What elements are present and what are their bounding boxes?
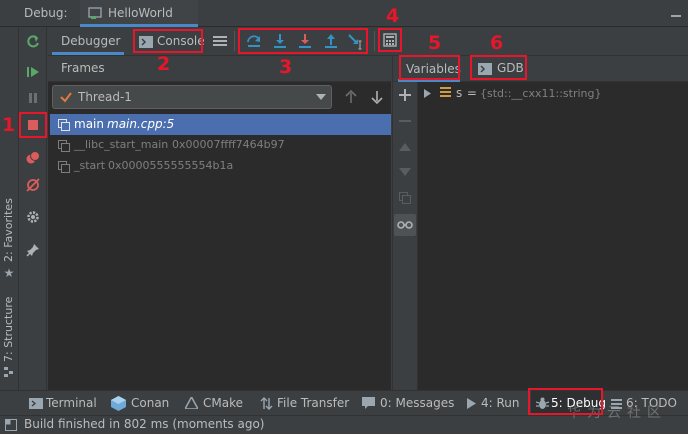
file-transfer-tool-button[interactable]: File Transfer xyxy=(277,396,349,410)
frame-location: main.cpp:5 xyxy=(107,117,175,131)
frame-icon xyxy=(57,160,70,173)
run-tool-button[interactable]: 4: Run xyxy=(481,396,520,410)
checkmark-icon xyxy=(59,90,73,104)
status-message: Build finished in 802 ms (moments ago) xyxy=(24,417,265,431)
run-config-label: HelloWorld xyxy=(108,6,173,20)
terminal-icon xyxy=(29,397,43,409)
annotation-box-6 xyxy=(470,55,527,80)
remove-watch-icon[interactable] xyxy=(397,113,413,129)
add-watch-icon[interactable] xyxy=(397,87,413,103)
frame-location: 0x00007ffff7464b97 xyxy=(172,138,285,151)
debugger-tab-label: Debugger xyxy=(61,34,121,48)
duplicate-watch-icon[interactable] xyxy=(397,190,413,206)
debugger-tab[interactable]: Debugger xyxy=(52,28,124,55)
previous-frame-arrow-icon[interactable] xyxy=(344,89,358,105)
layout-menu-icon[interactable] xyxy=(212,34,228,48)
glasses-icon xyxy=(396,218,414,232)
chevron-down-icon xyxy=(315,92,327,102)
frames-header: Frames xyxy=(48,56,391,82)
minimize-icon[interactable] xyxy=(668,5,684,21)
messages-tool-button[interactable]: 0: Messages xyxy=(380,396,454,410)
annotation-number-3: 3 xyxy=(279,56,293,78)
move-down-icon[interactable] xyxy=(397,164,413,180)
structure-tool-button[interactable]: 7: Structure xyxy=(2,297,15,362)
annotation-box-1 xyxy=(19,112,47,138)
debug-title-label: Debug: xyxy=(24,6,68,20)
frame-name: _start xyxy=(74,159,106,172)
annotation-box-debug xyxy=(528,388,603,415)
messages-icon xyxy=(361,396,375,410)
frames-title: Frames xyxy=(61,61,105,75)
rerun-icon[interactable] xyxy=(25,34,41,50)
annotation-number-2: 2 xyxy=(157,53,171,75)
structure-icon xyxy=(3,366,15,378)
variable-name: s xyxy=(456,86,463,100)
pause-icon[interactable] xyxy=(25,90,41,106)
run-icon xyxy=(465,397,477,409)
mute-breakpoints-icon[interactable] xyxy=(25,177,41,193)
conan-icon xyxy=(110,395,126,411)
settings-gear-icon[interactable] xyxy=(25,209,41,225)
favorites-tool-button[interactable]: 2: Favorites xyxy=(2,198,15,262)
show-watches-toggle[interactable] xyxy=(394,214,416,236)
run-config-icon xyxy=(88,6,102,20)
variables-list xyxy=(418,82,688,390)
field-icon xyxy=(439,86,451,98)
annotation-box-3 xyxy=(238,28,368,54)
annotation-number-4: 4 xyxy=(386,5,400,27)
annotation-number-1: 1 xyxy=(2,114,16,136)
cmake-tool-button[interactable]: CMake xyxy=(203,396,243,410)
expand-arrow-icon[interactable] xyxy=(422,87,432,99)
annotation-box-2 xyxy=(133,29,203,53)
frame-location: 0x0000555555554b1a xyxy=(108,159,234,172)
variable-equals: = xyxy=(463,86,481,100)
file-transfer-icon xyxy=(259,396,273,410)
conan-tool-button[interactable]: Conan xyxy=(131,396,169,410)
variable-row[interactable]: s = {std::__cxx11::string} xyxy=(420,84,686,102)
cmake-icon xyxy=(184,397,198,409)
pin-tab-icon[interactable] xyxy=(25,242,41,258)
move-up-icon[interactable] xyxy=(397,139,413,155)
toolbar-separator xyxy=(234,31,235,51)
toolbar-separator xyxy=(374,31,375,51)
status-tool-icon[interactable] xyxy=(4,418,18,432)
frame-row-start[interactable]: _start 0x0000555555554b1a xyxy=(50,156,391,177)
frame-icon xyxy=(57,118,70,131)
frame-name: __libc_start_main xyxy=(74,138,169,151)
view-breakpoints-icon[interactable] xyxy=(25,150,41,166)
terminal-tool-button[interactable]: Terminal xyxy=(46,396,97,410)
frame-row-libc-start-main[interactable]: __libc_start_main 0x00007ffff7464b97 xyxy=(50,135,391,156)
annotation-box-4 xyxy=(378,28,402,52)
thread-name: Thread-1 xyxy=(78,90,132,104)
thread-selector[interactable]: Thread-1 xyxy=(52,85,332,109)
frame-icon xyxy=(57,139,70,152)
frame-row-main[interactable]: main main.cpp:5 xyxy=(50,114,391,135)
next-frame-arrow-icon[interactable] xyxy=(370,89,384,105)
annotation-number-6: 6 xyxy=(490,32,504,54)
annotation-number-5: 5 xyxy=(428,32,442,54)
variable-value: {std::__cxx11::string} xyxy=(480,87,602,100)
resume-icon[interactable] xyxy=(25,64,41,80)
annotation-box-5 xyxy=(399,55,460,80)
star-icon: ★ xyxy=(3,266,15,280)
frame-name: main xyxy=(74,117,104,131)
